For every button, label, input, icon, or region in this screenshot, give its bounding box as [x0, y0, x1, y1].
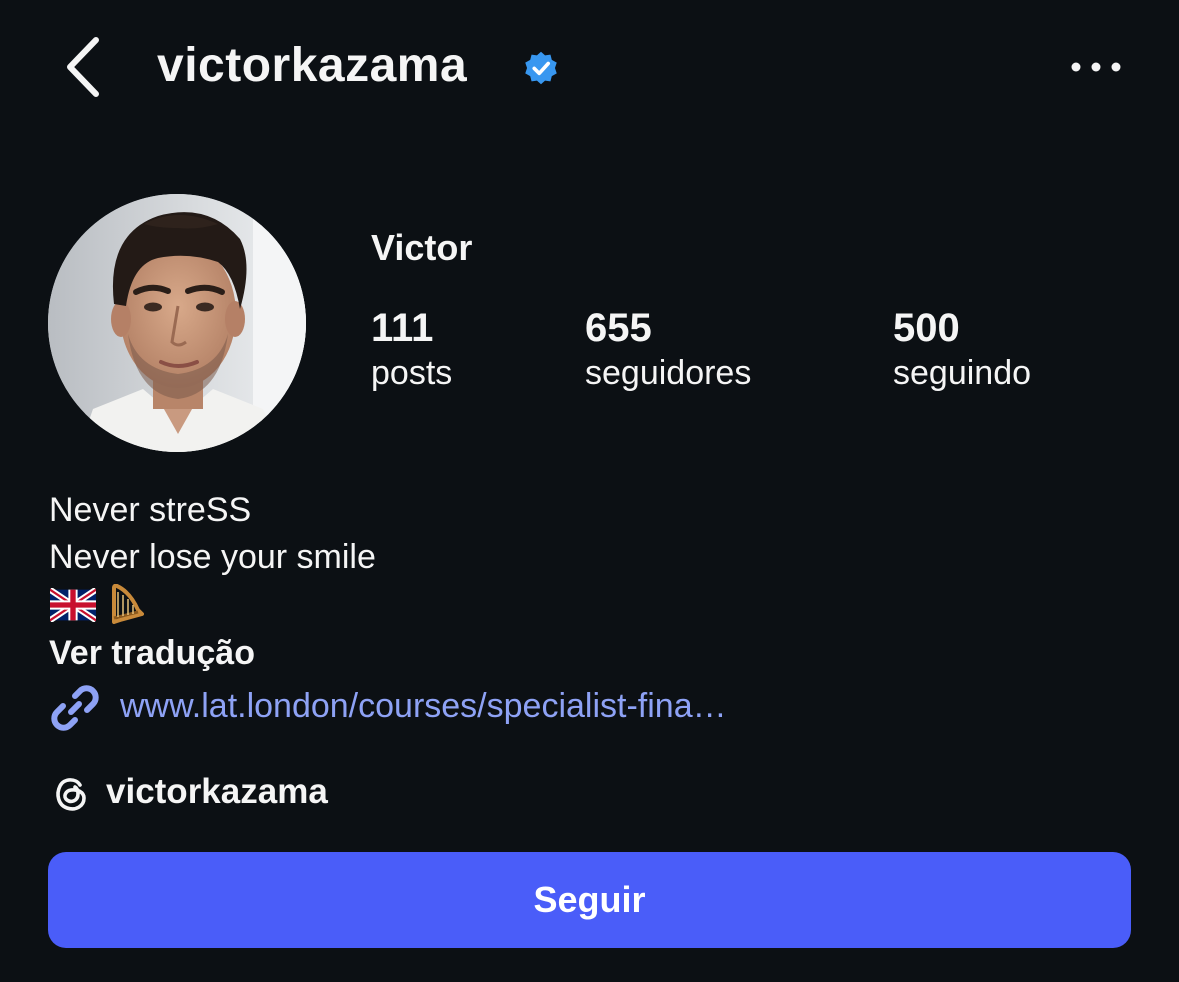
verified-badge-icon: [525, 51, 557, 85]
stat-following[interactable]: 500 seguindo: [893, 304, 1031, 394]
followers-label: seguidores: [585, 354, 752, 392]
link-icon: [51, 685, 99, 731]
see-translation-link[interactable]: Ver tradução: [49, 632, 255, 674]
followers-count: 655: [585, 306, 652, 350]
profile-photo: [48, 194, 306, 452]
follow-button[interactable]: Seguir: [48, 852, 1131, 948]
threads-icon: [56, 778, 86, 811]
posts-count: 111: [371, 306, 434, 350]
avatar[interactable]: [48, 194, 306, 452]
bio-link[interactable]: www.lat.london/courses/specialist-fina…: [120, 684, 727, 728]
bio-line: Never streSS: [49, 491, 252, 529]
harp-icon: [112, 584, 144, 624]
chevron-left-icon: [67, 37, 99, 97]
uk-flag-icon: [50, 588, 96, 622]
bio-line: Never lose your smile: [49, 538, 376, 576]
stat-followers[interactable]: 655 seguidores: [585, 304, 751, 394]
stat-posts[interactable]: 111 posts: [371, 304, 452, 394]
more-options-button[interactable]: [1066, 50, 1126, 84]
following-count: 500: [893, 306, 960, 350]
back-button[interactable]: [58, 34, 108, 100]
posts-label: posts: [371, 354, 453, 392]
profile-page: victorkazama Victor 111 posts 655 seguid…: [0, 0, 1179, 982]
threads-handle-link[interactable]: victorkazama: [106, 770, 328, 814]
page-title: victorkazama: [157, 39, 468, 92]
display-name: Victor: [371, 227, 473, 268]
following-label: seguindo: [893, 354, 1032, 392]
more-horizontal-icon: [1071, 62, 1121, 72]
